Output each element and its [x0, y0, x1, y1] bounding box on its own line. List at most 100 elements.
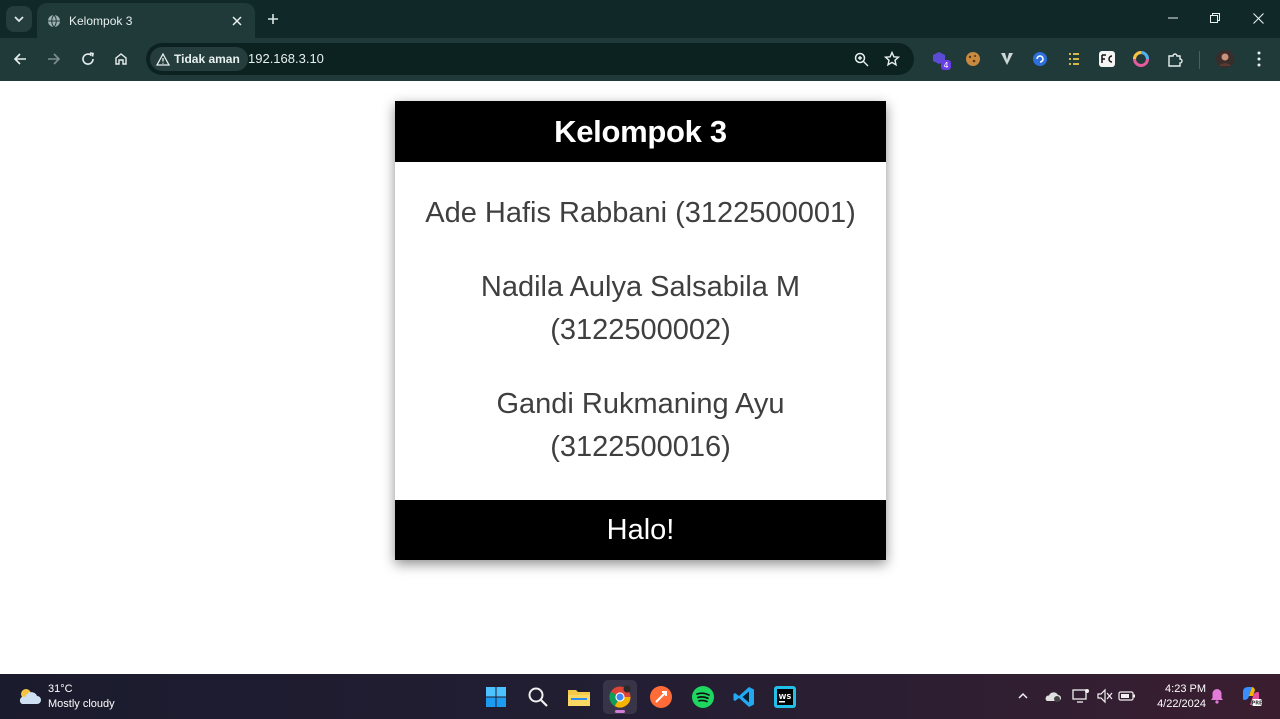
- cloud-sync-icon: [1045, 692, 1061, 702]
- chevron-up-icon: [1018, 692, 1028, 699]
- vscode-icon: [733, 687, 754, 707]
- extension-purple[interactable]: 4: [929, 47, 953, 71]
- vscode-button[interactable]: [727, 680, 761, 714]
- notifications-button[interactable]: [1206, 685, 1228, 707]
- forward-button[interactable]: [41, 46, 67, 72]
- member-id: (3122500016): [550, 431, 731, 463]
- clock[interactable]: 4:23 PM 4/22/2024: [1146, 682, 1206, 712]
- tray-volume[interactable]: [1094, 685, 1116, 707]
- extension-fc[interactable]: [1095, 47, 1119, 71]
- puzzle-icon: [1167, 52, 1183, 67]
- minimize-button[interactable]: [1152, 0, 1194, 36]
- extension-list[interactable]: [1062, 47, 1086, 71]
- member-id: (3122500002): [550, 314, 731, 346]
- tray-network[interactable]: [1070, 685, 1092, 707]
- member-name: Gandi Rukmaning Ayu: [496, 388, 785, 420]
- extension-cube-icon: 4: [933, 52, 951, 70]
- copilot-icon: PRE: [1243, 687, 1263, 707]
- extension-color[interactable]: [1129, 47, 1153, 71]
- new-tab-button[interactable]: [262, 8, 284, 30]
- minimize-icon: [1168, 17, 1178, 19]
- tab-active[interactable]: Kelompok 3: [37, 3, 255, 38]
- close-icon: [232, 15, 242, 26]
- url-text[interactable]: 192.168.3.10: [248, 51, 324, 66]
- clock-time: 4:23 PM: [1165, 683, 1206, 695]
- network-icon: [1072, 689, 1089, 703]
- svg-text:PRE: PRE: [1252, 701, 1263, 707]
- extension-v[interactable]: [995, 47, 1019, 71]
- battery-icon: [1118, 691, 1135, 701]
- card-header: Kelompok 3: [395, 101, 886, 162]
- extensions-menu-button[interactable]: [1163, 47, 1187, 71]
- tray-battery[interactable]: [1116, 685, 1138, 707]
- star-icon: [884, 51, 900, 67]
- close-window-button[interactable]: [1237, 0, 1279, 36]
- arrow-right-icon: [48, 53, 61, 65]
- browser-menu-button[interactable]: [1247, 47, 1271, 71]
- warning-icon: [156, 52, 170, 66]
- avatar: [1216, 50, 1234, 68]
- fc-logo-icon: [1099, 51, 1115, 67]
- reload-icon: [82, 52, 94, 65]
- more-vertical-icon: [1257, 51, 1261, 67]
- bookmark-button[interactable]: [881, 48, 903, 70]
- security-chip[interactable]: Tidak aman: [150, 47, 248, 71]
- show-hidden-icons-button[interactable]: [1012, 685, 1034, 707]
- member-item: Nadila Aulya Salsabila M (3122500002): [395, 266, 886, 352]
- member-list: Ade Hafis Rabbani (3122500001) Nadila Au…: [395, 162, 886, 469]
- reload-button[interactable]: [75, 46, 101, 72]
- back-button[interactable]: [7, 46, 33, 72]
- cookie-icon: [966, 52, 980, 66]
- profile-button[interactable]: [1213, 47, 1237, 71]
- postman-button[interactable]: [644, 680, 678, 714]
- search-button[interactable]: [521, 680, 555, 714]
- start-button[interactable]: [479, 680, 513, 714]
- security-chip-label: Tidak aman: [174, 52, 240, 66]
- webstorm-icon: WS: [774, 686, 796, 708]
- arrow-left-icon: [13, 53, 26, 65]
- tab-close-button[interactable]: [229, 13, 245, 29]
- tray-onedrive[interactable]: [1042, 685, 1064, 707]
- folder-icon: [568, 690, 590, 706]
- member-name: Nadila Aulya Salsabila M: [480, 271, 801, 303]
- taskbar: 31°C Mostly cloudy WS 4:23 PM 4/22/2024 …: [0, 674, 1280, 719]
- member-item: Ade Hafis Rabbani (3122500001): [395, 192, 886, 235]
- tab-search-button[interactable]: [6, 6, 32, 32]
- weather-widget[interactable]: 31°C Mostly cloudy: [16, 682, 115, 712]
- search-icon: [528, 687, 548, 707]
- active-app-indicator: [615, 710, 625, 713]
- refresh-blue-icon: [1033, 52, 1047, 66]
- home-button[interactable]: [108, 46, 134, 72]
- postman-icon: [650, 686, 672, 708]
- bell-icon: [1211, 689, 1223, 704]
- plus-icon: [268, 14, 278, 24]
- member-item: Gandi Rukmaning Ayu (3122500016): [395, 383, 886, 469]
- cloud-icon: [19, 689, 41, 704]
- weather-desc: Mostly cloudy: [48, 698, 115, 710]
- webstorm-button[interactable]: WS: [768, 680, 802, 714]
- svg-text:WS: WS: [779, 693, 792, 701]
- home-icon: [115, 53, 127, 65]
- chrome-icon: [609, 685, 631, 708]
- v-logo-icon: [1001, 53, 1013, 65]
- clock-date: 4/22/2024: [1157, 698, 1206, 710]
- address-bar[interactable]: Tidak aman 192.168.3.10: [146, 43, 914, 75]
- card-footer: Halo!: [395, 500, 886, 560]
- toolbar-divider: [1199, 51, 1200, 69]
- copilot-button[interactable]: PRE: [1238, 683, 1264, 709]
- browser-toolbar: Tidak aman 192.168.3.10 4: [0, 38, 1280, 81]
- extension-blue[interactable]: [1028, 47, 1052, 71]
- extension-cookie[interactable]: [961, 47, 985, 71]
- close-icon: [1252, 12, 1264, 24]
- restore-icon: [1210, 13, 1220, 23]
- zoom-button[interactable]: [850, 48, 872, 70]
- restore-button[interactable]: [1194, 0, 1236, 36]
- chrome-button[interactable]: [603, 680, 637, 714]
- spotify-button[interactable]: [686, 680, 720, 714]
- tab-title: Kelompok 3: [69, 13, 133, 28]
- file-explorer-button[interactable]: [562, 680, 596, 714]
- volume-muted-icon: [1097, 688, 1113, 704]
- group-card: Kelompok 3 Ade Hafis Rabbani (3122500001…: [395, 101, 886, 560]
- extension-badge: 4: [943, 61, 948, 70]
- spotify-icon: [692, 686, 714, 708]
